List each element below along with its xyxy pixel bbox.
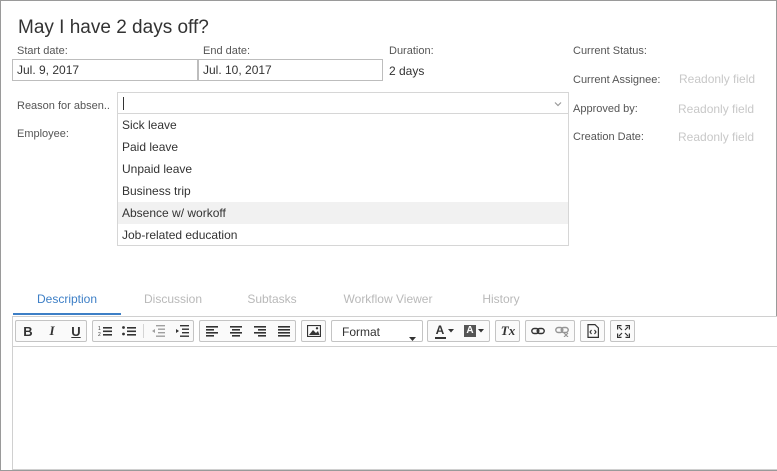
- source-group: [580, 320, 605, 342]
- image-button[interactable]: [303, 321, 325, 341]
- bulleted-list-button[interactable]: [118, 321, 140, 341]
- maximize-icon: [616, 324, 630, 338]
- reason-select[interactable]: [117, 92, 569, 114]
- image-group: [301, 320, 326, 342]
- end-date-input[interactable]: Jul. 10, 2017: [198, 59, 383, 81]
- page-title: May I have 2 days off?: [18, 17, 209, 38]
- underline-button[interactable]: U: [65, 321, 87, 341]
- alignment-group: [199, 320, 296, 342]
- indent-button[interactable]: [171, 321, 193, 341]
- remove-format-group: Tx: [495, 320, 520, 342]
- source-icon: [587, 324, 599, 338]
- color-group: A A: [427, 320, 490, 342]
- text-color-icon: A: [434, 322, 446, 339]
- italic-icon: I: [49, 323, 55, 338]
- editor-toolbar: B I U 12 Format A A Tx: [12, 316, 777, 346]
- bold-button[interactable]: B: [17, 321, 39, 341]
- start-date-input[interactable]: Jul. 9, 2017: [12, 59, 198, 81]
- format-label: Format: [342, 325, 381, 339]
- underline-icon: U: [71, 323, 81, 339]
- link-button[interactable]: [527, 321, 549, 341]
- align-right-icon: [254, 325, 266, 337]
- numbered-list-icon: 12: [98, 325, 112, 337]
- align-left-button[interactable]: [201, 321, 223, 341]
- text-color-swatch: [434, 336, 446, 339]
- dropdown-option-job-education[interactable]: Job-related education: [118, 224, 568, 246]
- outdent-icon: [151, 325, 165, 337]
- dropdown-option-business-trip[interactable]: Business trip: [118, 180, 568, 202]
- tab-history[interactable]: History: [471, 285, 531, 315]
- duration-label: Duration:: [389, 45, 434, 57]
- tab-discussion[interactable]: Discussion: [131, 285, 215, 315]
- bulleted-list-icon: [122, 325, 136, 337]
- chevron-down-icon: [447, 329, 454, 333]
- remove-format-button[interactable]: Tx: [497, 321, 519, 341]
- approved-by-value: Readonly field: [678, 102, 755, 116]
- dropdown-option-sick-leave[interactable]: Sick leave: [118, 114, 568, 136]
- current-status-label: Current Status:: [573, 45, 647, 57]
- tab-bar: Description Discussion Subtasks Workflow…: [13, 285, 777, 315]
- reason-dropdown-list: Sick leave Paid leave Unpaid leave Busin…: [117, 114, 569, 246]
- italic-button[interactable]: I: [41, 321, 63, 341]
- tab-workflow-viewer[interactable]: Workflow Viewer: [335, 285, 441, 315]
- text-color-button[interactable]: A: [430, 321, 458, 341]
- outdent-button[interactable]: [147, 321, 169, 341]
- creation-date-label: Creation Date:: [573, 131, 644, 143]
- numbered-list-button[interactable]: 12: [94, 321, 116, 341]
- justify-icon: [278, 325, 290, 337]
- text-color-glyph: A: [435, 322, 445, 337]
- link-group: [525, 320, 575, 342]
- end-date-label: End date:: [203, 45, 251, 57]
- description-editor[interactable]: [12, 346, 777, 470]
- current-assignee-label: Current Assignee:: [573, 74, 661, 86]
- employee-label: Employee:: [17, 128, 69, 140]
- image-icon: [307, 325, 321, 337]
- toolbar-separator: [143, 324, 144, 338]
- bold-icon: B: [23, 323, 33, 339]
- background-color-glyph: A: [466, 325, 474, 336]
- indent-icon: [175, 325, 189, 337]
- remove-format-glyph: Tx: [500, 323, 516, 338]
- dropdown-option-unpaid-leave[interactable]: Unpaid leave: [118, 158, 568, 180]
- format-dropdown[interactable]: Format: [331, 320, 423, 342]
- maximize-group: [610, 320, 635, 342]
- source-button[interactable]: [582, 321, 604, 341]
- align-center-button[interactable]: [225, 321, 247, 341]
- approved-by-label: Approved by:: [573, 103, 638, 115]
- dropdown-option-absence-workoff[interactable]: Absence w/ workoff: [118, 202, 568, 224]
- align-right-button[interactable]: [249, 321, 271, 341]
- remove-format-icon: Tx: [501, 323, 515, 339]
- svg-text:2: 2: [98, 332, 101, 337]
- background-color-icon: A: [464, 325, 476, 337]
- link-icon: [531, 326, 545, 336]
- unlink-icon: [555, 325, 569, 337]
- chevron-down-icon: [409, 329, 416, 347]
- tab-subtasks[interactable]: Subtasks: [237, 285, 307, 315]
- background-color-button[interactable]: A: [460, 321, 488, 341]
- maximize-button[interactable]: [612, 321, 634, 341]
- justify-button[interactable]: [273, 321, 295, 341]
- text-caret: [123, 97, 124, 110]
- tab-description[interactable]: Description: [13, 285, 121, 315]
- basic-styles-group: B I U: [15, 320, 87, 342]
- creation-date-value: Readonly field: [678, 130, 755, 144]
- dropdown-option-paid-leave[interactable]: Paid leave: [118, 136, 568, 158]
- start-date-label: Start date:: [17, 45, 68, 57]
- reason-label: Reason for absen..: [17, 100, 110, 112]
- chevron-down-icon[interactable]: [552, 97, 564, 109]
- list-group: 12: [92, 320, 194, 342]
- duration-value: 2 days: [389, 64, 425, 78]
- unlink-button[interactable]: [551, 321, 573, 341]
- window-frame: May I have 2 days off? Start date: Jul. …: [0, 0, 777, 471]
- current-assignee-value: Readonly field: [679, 72, 756, 86]
- align-left-icon: [206, 325, 218, 337]
- chevron-down-icon: [478, 329, 484, 333]
- align-center-icon: [230, 325, 242, 337]
